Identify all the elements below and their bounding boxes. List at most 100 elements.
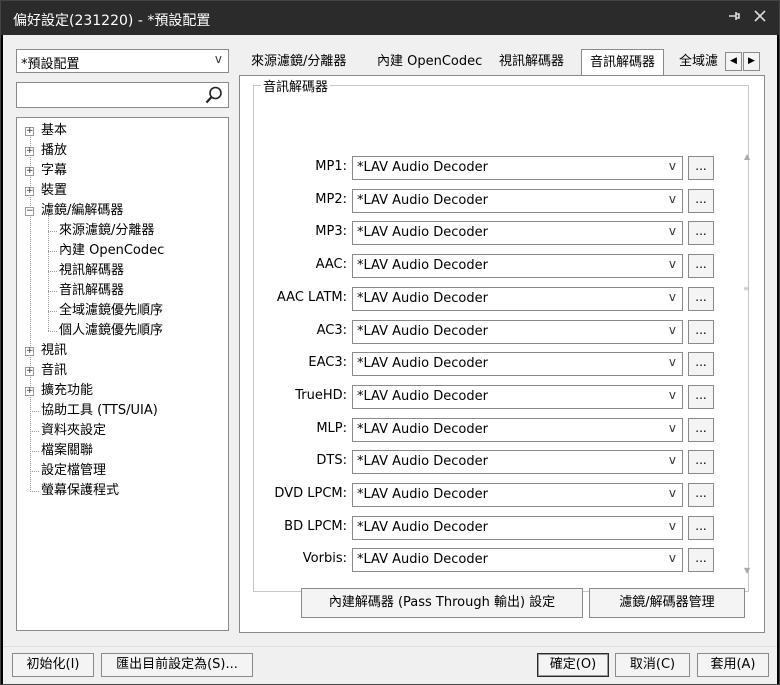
tree-item[interactable]: 協助工具 (TTS/UIA) (41, 401, 158, 421)
decoder-select[interactable]: *LAV Audio Decoder v (352, 189, 683, 213)
tree-item[interactable]: 個人濾鏡優先順序 (59, 321, 163, 341)
expand-icon[interactable]: + (25, 147, 34, 156)
tree-item[interactable]: 字幕 (41, 161, 67, 181)
tree-item[interactable]: 全域濾鏡優先順序 (59, 301, 163, 321)
decoder-select[interactable]: *LAV Audio Decoder v (352, 385, 683, 409)
tree-connector (30, 451, 39, 452)
tab-scroll-right-icon[interactable]: ▶ (743, 52, 760, 71)
tree-item[interactable]: 設定檔管理 (41, 461, 106, 481)
tab-scroll-left-icon[interactable]: ◀ (725, 52, 742, 71)
chevron-down-icon: v (668, 519, 676, 533)
ok-button[interactable]: 確定(O) (537, 653, 609, 677)
cancel-button[interactable]: 取消(C) (615, 653, 690, 677)
window-title: 偏好設定(231220) - *預設配置 (13, 13, 211, 29)
tree-connector (48, 311, 57, 312)
tree-item-label: 內建 OpenCodec (59, 243, 165, 258)
tab-4[interactable]: 全域濾 (679, 52, 725, 74)
tree-item[interactable]: 視訊 (41, 341, 67, 361)
decoder-select[interactable]: *LAV Audio Decoder v (352, 156, 683, 180)
decoder-options-button[interactable]: ... (688, 320, 714, 344)
scroll-thumb-grip-icon[interactable]: ≡ (743, 284, 750, 293)
export-settings-button[interactable]: 匯出目前設定為(S)... (101, 653, 253, 677)
decoder-select-value: *LAV Audio Decoder (357, 487, 488, 502)
decoder-select[interactable]: *LAV Audio Decoder v (352, 254, 683, 278)
decoder-select[interactable]: *LAV Audio Decoder v (352, 516, 683, 540)
chevron-down-icon: v (668, 192, 676, 206)
decoder-select[interactable]: *LAV Audio Decoder v (352, 450, 683, 474)
decoder-select[interactable]: *LAV Audio Decoder v (352, 483, 683, 507)
search-icon[interactable] (204, 85, 224, 105)
tree-item-label: 個人濾鏡優先順序 (59, 323, 164, 338)
scroll-up-icon[interactable]: ▲ (744, 152, 750, 161)
pin-icon[interactable] (723, 8, 745, 28)
expand-icon[interactable]: + (25, 387, 34, 396)
decoder-options-button[interactable]: ... (688, 516, 714, 540)
decoder-select[interactable]: *LAV Audio Decoder v (352, 352, 683, 376)
decoder-select[interactable]: *LAV Audio Decoder v (352, 221, 683, 245)
decoder-label: DVD LPCM: (274, 486, 347, 501)
close-icon[interactable] (749, 8, 771, 28)
tree-connector (48, 231, 57, 232)
tree-connector (30, 471, 39, 472)
chevron-down-icon: v (668, 355, 676, 369)
tab-2[interactable]: 視訊解碼器 (499, 52, 564, 74)
decoder-options-button[interactable]: ... (688, 156, 714, 180)
tree-item[interactable]: 裝置 (41, 181, 67, 201)
decoder-select[interactable]: *LAV Audio Decoder v (352, 548, 683, 572)
tree-item[interactable]: 播放 (41, 141, 67, 161)
decoder-select[interactable]: *LAV Audio Decoder v (352, 320, 683, 344)
decoder-options-button[interactable]: ... (688, 221, 714, 245)
tree-item[interactable]: 濾鏡/編解碼器 (41, 201, 123, 221)
decoder-select-value: *LAV Audio Decoder (357, 258, 488, 273)
tab-1[interactable]: 內建 OpenCodec (377, 52, 482, 74)
tab-3[interactable]: 音訊解碼器 (581, 49, 665, 76)
group-title: 音訊解碼器 (261, 76, 331, 95)
decoder-select[interactable]: *LAV Audio Decoder v (352, 418, 683, 442)
decoder-select[interactable]: *LAV Audio Decoder v (352, 287, 683, 311)
decoder-select-value: *LAV Audio Decoder (357, 389, 488, 404)
tree-item-label: 基本 (41, 123, 68, 138)
apply-button[interactable]: 套用(A) (697, 653, 769, 677)
decoder-options-button[interactable]: ... (688, 450, 714, 474)
tree-item[interactable]: 視訊解碼器 (59, 261, 124, 281)
reset-button[interactable]: 初始化(I) (12, 653, 94, 677)
decoder-options-button[interactable]: ... (688, 548, 714, 572)
expand-icon[interactable]: + (25, 187, 34, 196)
scroll-down-icon[interactable]: ▼ (744, 566, 750, 575)
tab-strip: 全域濾 音訊解碼器 視訊解碼器 內建 OpenCodec 來源濾鏡/分離器 ◀ ▶ (239, 49, 765, 76)
decoder-manager-button[interactable]: 濾鏡/解碼器管理 (589, 588, 745, 618)
tree-item[interactable]: 檔案關聯 (41, 441, 93, 461)
decoder-options-button[interactable]: ... (688, 189, 714, 213)
tree-item[interactable]: 資料夾設定 (41, 421, 106, 441)
scrollbar[interactable]: ▲ ≡ ▼ (742, 152, 754, 580)
tree-item[interactable]: 音訊 (41, 361, 67, 381)
decoder-options-button[interactable]: ... (688, 385, 714, 409)
tree-item[interactable]: 內建 OpenCodec (59, 241, 164, 261)
chevron-down-icon: v (668, 551, 676, 565)
passthrough-settings-button[interactable]: 內建解碼器 (Pass Through 輸出) 設定 (301, 588, 583, 618)
expand-icon[interactable]: + (25, 367, 34, 376)
decoder-options-button[interactable]: ... (688, 254, 714, 278)
decoder-options-button[interactable]: ... (688, 483, 714, 507)
expand-icon[interactable]: + (25, 127, 34, 136)
decoder-options-button[interactable]: ... (688, 418, 714, 442)
decoder-options-button[interactable]: ... (688, 352, 714, 376)
tab-0[interactable]: 來源濾鏡/分離器 (251, 52, 346, 74)
chevron-down-icon: v (668, 486, 676, 500)
tree-item[interactable]: 擴充功能 (41, 381, 93, 401)
tree-item[interactable]: 音訊解碼器 (59, 281, 124, 301)
chevron-down-icon: v (668, 421, 676, 435)
tree-item-label: 檔案關聯 (41, 443, 94, 458)
decoder-options-button[interactable]: ... (688, 287, 714, 311)
decoder-select-value: *LAV Audio Decoder (357, 291, 488, 306)
collapse-icon[interactable]: − (25, 207, 34, 216)
profile-select[interactable]: *預設配置 v (16, 49, 229, 73)
search-input[interactable] (16, 82, 229, 108)
tree-item[interactable]: 來源濾鏡/分離器 (59, 221, 154, 241)
expand-icon[interactable]: + (25, 347, 34, 356)
title-bar[interactable]: 偏好設定(231220) - *預設配置 (1, 1, 779, 35)
tree-item[interactable]: 基本 (41, 121, 67, 141)
tree-item[interactable]: 螢幕保護程式 (41, 481, 119, 501)
chevron-down-icon: v (668, 159, 676, 173)
expand-icon[interactable]: + (25, 167, 34, 176)
